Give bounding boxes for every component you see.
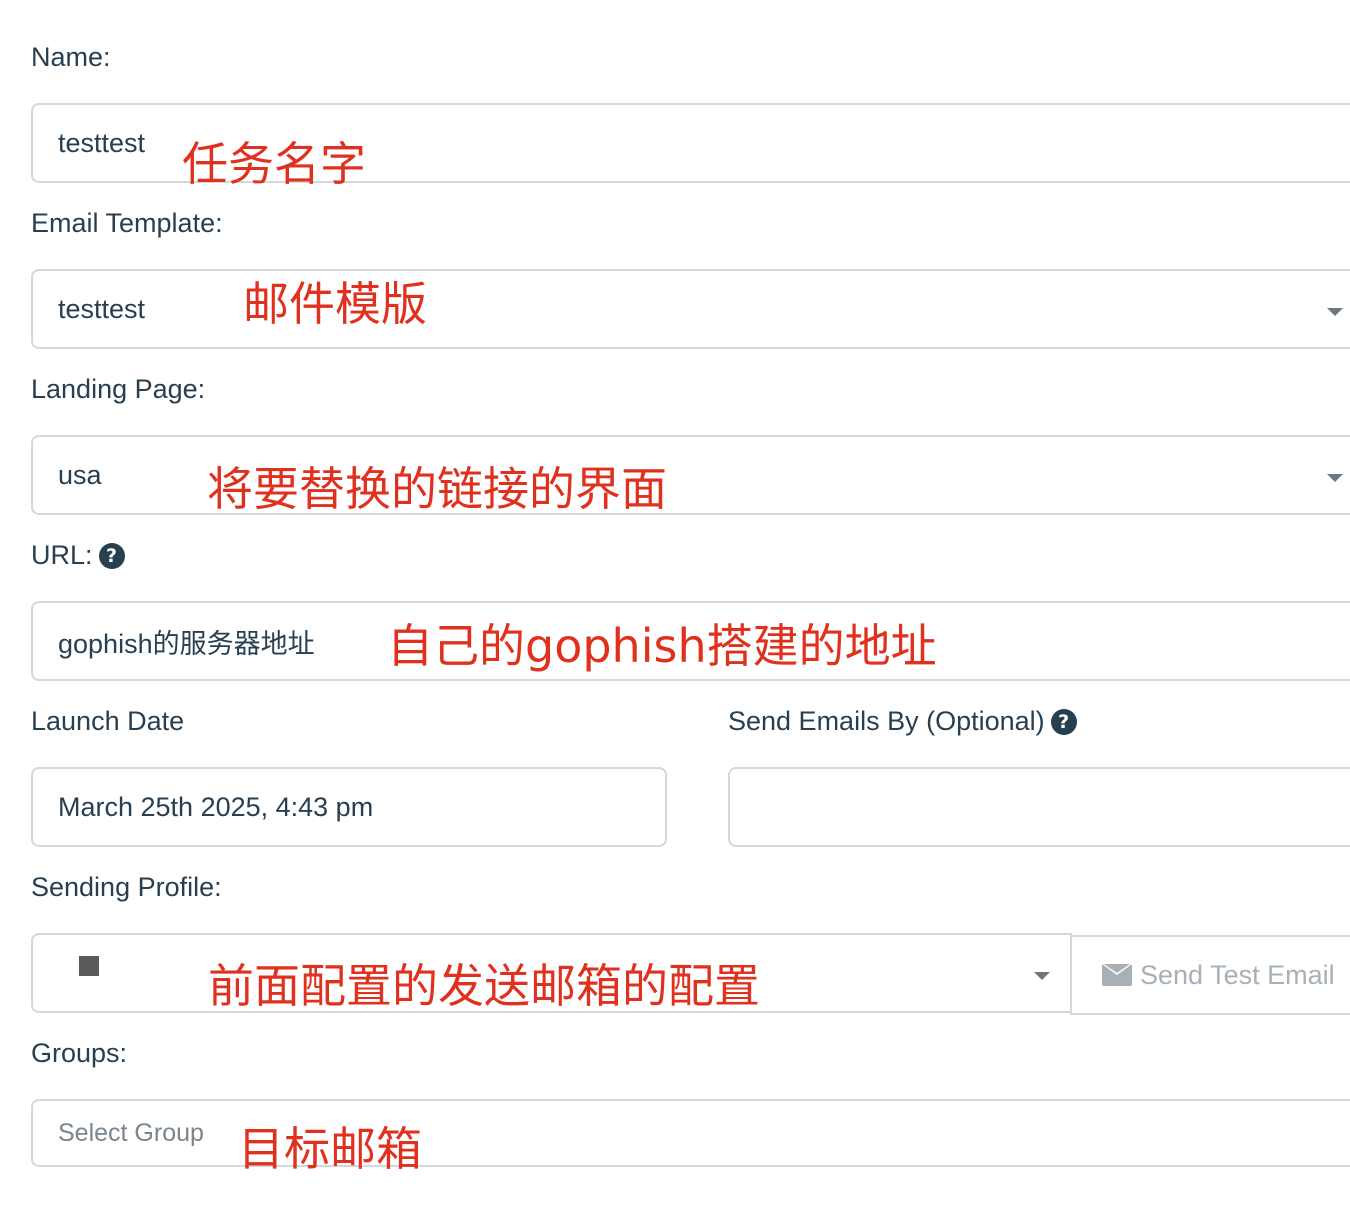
send-test-email-label: Send Test Email (1140, 959, 1335, 990)
groups-annotation: 目标邮箱 (238, 1122, 422, 1176)
send-emails-by-label: Send Emails By (Optional) ? (728, 706, 1077, 737)
name-label-text: Name: (31, 42, 111, 72)
chevron-down-icon (1034, 972, 1050, 980)
launch-date-label-text: Launch Date (31, 706, 185, 736)
sending-profile-value (79, 956, 99, 976)
name-annotation: 任务名字 (182, 137, 366, 191)
send-test-email-button[interactable]: Send Test Email (1070, 935, 1350, 1015)
landing-page-value: usa (58, 459, 102, 490)
url-input-value: gophish的服务器地址 (58, 628, 315, 659)
chevron-down-icon (1327, 308, 1343, 316)
name-label: Name: (31, 42, 111, 73)
sending-profile-annotation: 前面配置的发送邮箱的配置 (208, 959, 760, 1013)
chevron-down-icon (1327, 474, 1343, 482)
question-circle-icon[interactable]: ? (1050, 708, 1077, 735)
question-circle-icon[interactable]: ? (98, 542, 125, 569)
groups-select[interactable]: Select Group (31, 1099, 1350, 1167)
name-input-value: testtest (58, 127, 146, 158)
send-emails-by-label-text: Send Emails By (Optional) (728, 706, 1045, 736)
email-template-label-text: Email Template: (31, 208, 223, 238)
landing-page-annotation: 将要替换的链接的界面 (207, 462, 667, 516)
landing-page-label: Landing Page: (31, 374, 205, 405)
email-template-annotation: 邮件模版 (243, 277, 427, 331)
email-template-label: Email Template: (31, 208, 223, 239)
launch-date-input[interactable]: March 25th 2025, 4:43 pm (31, 767, 667, 847)
url-label: URL: ? (31, 540, 125, 571)
email-template-select[interactable]: testtest (31, 269, 1350, 349)
groups-label-text: Groups: (31, 1038, 128, 1068)
sending-profile-label-text: Sending Profile: (31, 872, 222, 902)
email-template-value: testtest (58, 293, 146, 324)
groups-placeholder: Select Group (58, 1118, 203, 1147)
url-annotation: 自己的gophish搭建的地址 (387, 619, 937, 673)
groups-label: Groups: (31, 1038, 127, 1069)
launch-date-label: Launch Date (31, 706, 184, 737)
send-emails-by-input[interactable] (728, 767, 1350, 847)
url-label-text: URL: (31, 540, 93, 570)
envelope-icon (1102, 964, 1132, 986)
landing-page-label-text: Landing Page: (31, 374, 206, 404)
sending-profile-label: Sending Profile: (31, 872, 222, 903)
launch-date-value: March 25th 2025, 4:43 pm (58, 791, 374, 822)
